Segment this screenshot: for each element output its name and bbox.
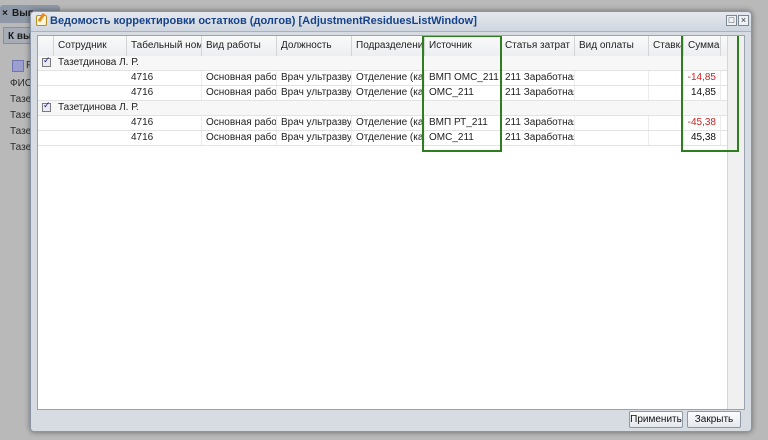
cell-work-type: Основная работа (202, 71, 277, 85)
cell-department: Отделение (каби... (352, 116, 425, 130)
row-checkbox[interactable] (42, 56, 51, 67)
table-row[interactable]: 4716 Основная работа Врач ультразвук... … (38, 131, 744, 146)
background-tab-close-icon[interactable]: × (2, 5, 8, 23)
cell-tab-number: 4716 (127, 71, 202, 85)
window-title: Ведомость корректировки остатков (долгов… (50, 15, 477, 27)
cell-rate (649, 131, 684, 145)
cell-rate (649, 71, 684, 85)
cell-tab-number: 4716 (127, 86, 202, 100)
close-icon[interactable]: × (738, 15, 749, 26)
maximize-icon[interactable]: □ (726, 15, 737, 26)
adjustment-residues-window: Ведомость корректировки остатков (долгов… (30, 11, 752, 432)
background-line: Тазе (10, 110, 32, 121)
cell-cost-item: 211 Заработная ... (501, 116, 575, 130)
cell-position: Врач ультразвук... (277, 116, 352, 130)
cell-payment-type (575, 86, 649, 100)
column-header-amount[interactable]: Сумма (684, 36, 721, 56)
cell-amount: -14,85 (684, 71, 721, 85)
background-line: Тазе (10, 94, 32, 105)
row-checkbox[interactable] (42, 101, 51, 112)
cell-source: ОМС_211 (425, 131, 501, 145)
cell-payment-type (575, 71, 649, 85)
header-checkbox-column (38, 36, 54, 56)
grid-header: Сотрудник Табельный номер Вид работы Дол… (38, 36, 744, 57)
column-header-department[interactable]: Подразделение (352, 36, 425, 56)
cell-amount: -45,38 (684, 116, 721, 130)
window-titlebar[interactable]: Ведомость корректировки остатков (долгов… (31, 12, 751, 32)
column-header-source[interactable]: Источник (425, 36, 501, 56)
cell-amount: 14,85 (684, 86, 721, 100)
cell-cost-item: 211 Заработная ... (501, 131, 575, 145)
cell-rate (649, 86, 684, 100)
cell-department: Отделение (каби... (352, 71, 425, 85)
close-button[interactable]: Закрыть (687, 411, 741, 428)
cell-department: Отделение (каби... (352, 131, 425, 145)
cell-tab-number: 4716 (127, 116, 202, 130)
cell-position: Врач ультразвук... (277, 71, 352, 85)
cell-position: Врач ультразвук... (277, 86, 352, 100)
column-header-tab-number[interactable]: Табельный номер (127, 36, 202, 56)
table-row[interactable]: 4716 Основная работа Врач ультразвук... … (38, 116, 744, 131)
column-header-cost-item[interactable]: Статья затрат (501, 36, 575, 56)
cell-work-type: Основная работа (202, 86, 277, 100)
background-badge-icon (12, 60, 24, 72)
cell-tab-number: 4716 (127, 131, 202, 145)
cell-payment-type (575, 131, 649, 145)
group-row[interactable]: Тазетдинова Л. Р. (38, 56, 744, 71)
background-line: Тазе (10, 142, 32, 153)
employee-name: Тазетдинова Л. Р. (58, 57, 139, 68)
group-row[interactable]: Тазетдинова Л. Р. (38, 101, 744, 116)
table-row[interactable]: 4716 Основная работа Врач ультразвук... … (38, 71, 744, 86)
cell-position: Врач ультразвук... (277, 131, 352, 145)
column-header-position[interactable]: Должность (277, 36, 352, 56)
cell-cost-item: 211 Заработная ... (501, 86, 575, 100)
cell-source: ВМП ОМС_211 (425, 71, 501, 85)
background-line: Тазе (10, 126, 32, 137)
residues-grid: Сотрудник Табельный номер Вид работы Дол… (37, 35, 745, 410)
apply-button[interactable]: Применить (629, 411, 683, 428)
cell-source: ВМП РТ_211 (425, 116, 501, 130)
cell-work-type: Основная работа (202, 116, 277, 130)
table-row[interactable]: 4716 Основная работа Врач ультразвук... … (38, 86, 744, 101)
column-header-work-type[interactable]: Вид работы (202, 36, 277, 56)
column-header-rate[interactable]: Ставка (649, 36, 684, 56)
cell-source: ОМС_211 (425, 86, 501, 100)
column-header-employee[interactable]: Сотрудник (54, 36, 127, 56)
employee-name: Тазетдинова Л. Р. (58, 102, 139, 113)
cell-amount: 45,38 (684, 131, 721, 145)
cell-rate (649, 116, 684, 130)
cell-cost-item: 211 Заработная ... (501, 71, 575, 85)
edit-document-icon (36, 15, 47, 26)
column-header-payment-type[interactable]: Вид оплаты (575, 36, 649, 56)
vertical-scrollbar[interactable] (727, 36, 744, 409)
cell-payment-type (575, 116, 649, 130)
cell-work-type: Основная работа (202, 131, 277, 145)
cell-department: Отделение (каби... (352, 86, 425, 100)
